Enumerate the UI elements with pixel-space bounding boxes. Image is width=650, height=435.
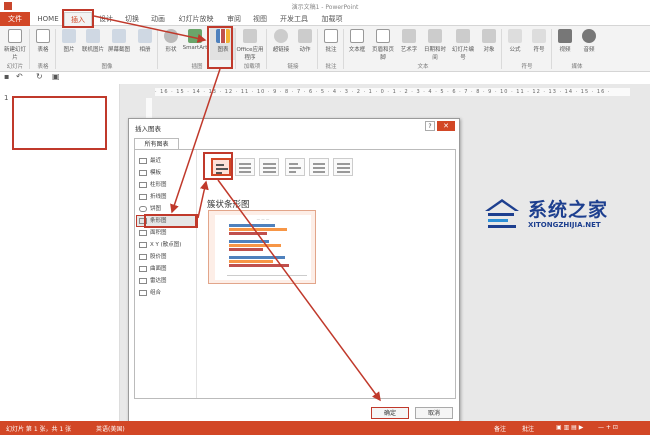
annotation-arrows (93, 15, 381, 402)
comments-button[interactable]: 批注 (522, 424, 534, 433)
view-buttons[interactable]: ▣ ▥ ▤ ▶ (556, 424, 583, 431)
zoom-slider[interactable]: — + ⊡ (598, 424, 618, 431)
status-bar: 幻灯片 第 1 张，共 1 张 英语(美国) 备注 批注 ▣ ▥ ▤ ▶ — +… (0, 421, 650, 435)
notes-button[interactable]: 备注 (494, 424, 506, 433)
language-status: 英语(美国) (96, 426, 125, 433)
slide-count-status: 幻灯片 第 1 张，共 1 张 (6, 426, 72, 433)
